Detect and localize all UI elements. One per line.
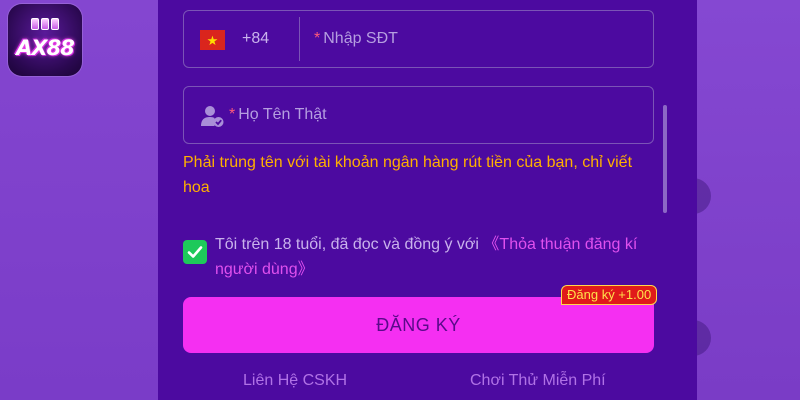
country-code[interactable]: +84 (242, 30, 269, 48)
register-button[interactable]: ĐĂNG KÝ (183, 297, 654, 353)
full-name-input[interactable]: * Họ Tên Thật (229, 106, 327, 124)
full-name-placeholder: Họ Tên Thật (238, 106, 327, 123)
register-bonus-badge: Đăng ký +1.00 (561, 285, 658, 305)
logo-text: AX88 (16, 36, 75, 60)
agreement-row: Tôi trên 18 tuổi, đã đọc và đồng ý với 《… (183, 230, 663, 284)
field-divider (299, 17, 300, 61)
agreement-checkbox[interactable] (183, 240, 207, 264)
vietnam-flag-icon[interactable]: ★ (200, 30, 225, 50)
app-logo: AX88 (8, 4, 82, 76)
contact-support-link[interactable]: Liên Hệ CSKH (243, 372, 347, 390)
agreement-text: Tôi trên 18 tuổi, đã đọc và đồng ý với 《… (215, 232, 665, 282)
user-verified-icon (201, 106, 224, 127)
check-icon (187, 246, 203, 258)
required-mark: * (314, 30, 321, 47)
required-mark: * (229, 106, 236, 123)
agreement-statement: Tôi trên 18 tuổi, đã đọc và đồng ý với (215, 236, 484, 253)
background-right (691, 0, 800, 400)
phone-input[interactable]: * Nhập SĐT (314, 30, 398, 48)
name-hint: Phải trùng tên với tài khoản ngân hàng r… (183, 154, 633, 196)
phone-field[interactable]: ★ +84 * Nhập SĐT (183, 10, 654, 68)
slot-reels-icon (30, 18, 60, 34)
scrollbar[interactable] (663, 105, 667, 213)
free-play-link[interactable]: Chơi Thử Miễn Phí (470, 372, 606, 390)
full-name-field[interactable]: * Họ Tên Thật (183, 86, 654, 144)
phone-placeholder: Nhập SĐT (323, 30, 398, 47)
